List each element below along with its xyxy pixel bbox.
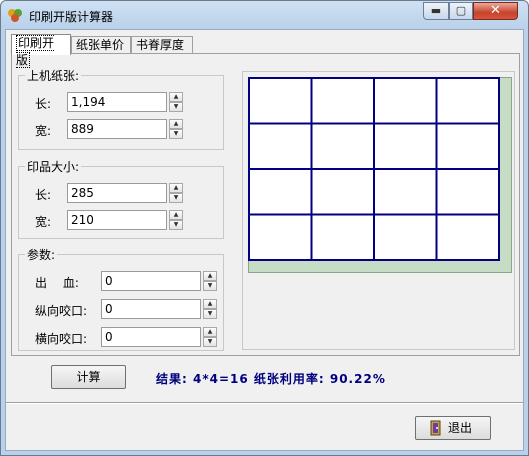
press-paper-width-input[interactable]: 889 bbox=[67, 119, 167, 139]
press-paper-legend: 上机纸张: bbox=[25, 67, 82, 84]
maximize-button[interactable]: ▢ bbox=[449, 2, 473, 20]
imposition-cell bbox=[310, 77, 375, 125]
vertical-grip-spinner[interactable]: ▲ ▼ bbox=[203, 299, 217, 319]
spin-up-icon[interactable]: ▲ bbox=[203, 327, 217, 337]
imposition-cell bbox=[310, 168, 375, 216]
print-size-group: 印品大小: 长: 285 ▲ ▼ 宽: 210 ▲ ▼ bbox=[18, 158, 224, 239]
params-legend: 参数: bbox=[25, 246, 58, 263]
imposition-cell bbox=[435, 168, 500, 216]
press-sheet bbox=[248, 77, 512, 273]
press-paper-group: 上机纸张: 长: 1,194 ▲ ▼ 宽: 889 ▲ ▼ bbox=[18, 67, 224, 150]
spin-down-icon[interactable]: ▼ bbox=[203, 337, 217, 347]
spin-down-icon[interactable]: ▼ bbox=[169, 220, 183, 230]
imposition-cell bbox=[373, 122, 438, 170]
imposition-cell bbox=[373, 77, 438, 125]
exit-label: 退出 bbox=[448, 421, 473, 435]
imposition-cell bbox=[248, 77, 313, 125]
print-size-length-spinner[interactable]: ▲ ▼ bbox=[169, 183, 183, 203]
spin-down-icon[interactable]: ▼ bbox=[203, 281, 217, 291]
params-group: 参数: 出 血: 0 ▲ ▼ 纵向咬口: 0 ▲ ▼ 横向咬口: 0 ▲ ▼ bbox=[18, 246, 224, 351]
spin-up-icon[interactable]: ▲ bbox=[169, 92, 183, 102]
spin-up-icon[interactable]: ▲ bbox=[169, 119, 183, 129]
tab-spine-thickness[interactable]: 书脊厚度 bbox=[131, 36, 193, 54]
print-size-width-input[interactable]: 210 bbox=[67, 210, 167, 230]
tab-print-layout[interactable]: 印刷开版 bbox=[11, 34, 71, 68]
print-size-legend: 印品大小: bbox=[25, 158, 82, 175]
press-paper-length-spinner[interactable]: ▲ ▼ bbox=[169, 92, 183, 112]
bleed-input[interactable]: 0 bbox=[101, 271, 201, 291]
maximize-icon: ▢ bbox=[455, 4, 467, 17]
print-size-width-spinner[interactable]: ▲ ▼ bbox=[169, 210, 183, 230]
tab-panel-print-layout: 上机纸张: 长: 1,194 ▲ ▼ 宽: 889 ▲ ▼ 印品大小: 长: 285… bbox=[11, 53, 520, 356]
press-paper-width-label: 宽: bbox=[35, 124, 52, 138]
print-size-width-label: 宽: bbox=[35, 215, 52, 229]
imposition-cell bbox=[248, 168, 313, 216]
horizontal-grip-spinner[interactable]: ▲ ▼ bbox=[203, 327, 217, 347]
close-button[interactable]: ✕ bbox=[473, 2, 518, 20]
spin-up-icon[interactable]: ▲ bbox=[169, 210, 183, 220]
imposition-cell bbox=[435, 77, 500, 125]
spin-down-icon[interactable]: ▼ bbox=[169, 129, 183, 139]
spin-down-icon[interactable]: ▼ bbox=[169, 102, 183, 112]
horizontal-grip-label: 横向咬口: bbox=[35, 332, 88, 346]
close-icon: ✕ bbox=[490, 3, 501, 18]
imposition-cell bbox=[310, 213, 375, 261]
exit-door-icon bbox=[430, 420, 441, 436]
spin-down-icon[interactable]: ▼ bbox=[203, 309, 217, 319]
print-size-length-label: 长: bbox=[35, 188, 52, 202]
spin-down-icon[interactable]: ▼ bbox=[169, 193, 183, 203]
imposition-cell bbox=[435, 213, 500, 261]
print-size-length-input[interactable]: 285 bbox=[67, 183, 167, 203]
bottom-divider bbox=[6, 402, 523, 404]
app-window: 印刷开版计算器 ▬ ▢ ✕ 印刷开版 纸张单价 书脊厚度 上机纸张: 长: 1,… bbox=[0, 0, 529, 456]
spin-up-icon[interactable]: ▲ bbox=[203, 299, 217, 309]
minimize-icon: ▬ bbox=[430, 4, 442, 17]
imposition-cell bbox=[435, 122, 500, 170]
imposition-cell bbox=[310, 122, 375, 170]
bleed-label: 出 血: bbox=[35, 276, 79, 290]
press-paper-width-spinner[interactable]: ▲ ▼ bbox=[169, 119, 183, 139]
layout-preview bbox=[242, 71, 515, 350]
tab-paper-price[interactable]: 纸张单价 bbox=[71, 36, 131, 54]
title-bar[interactable]: 印刷开版计算器 ▬ ▢ ✕ bbox=[1, 1, 528, 29]
press-paper-length-input[interactable]: 1,194 bbox=[67, 92, 167, 112]
spin-up-icon[interactable]: ▲ bbox=[169, 183, 183, 193]
imposition-cell bbox=[248, 213, 313, 261]
vertical-grip-input[interactable]: 0 bbox=[101, 299, 201, 319]
press-paper-length-label: 长: bbox=[35, 97, 52, 111]
imposition-cell bbox=[373, 168, 438, 216]
result-text: 结果: 4*4=16 纸张利用率: 90.22% bbox=[156, 372, 386, 386]
app-icon bbox=[8, 9, 22, 22]
client-area: 印刷开版 纸张单价 书脊厚度 上机纸张: 长: 1,194 ▲ ▼ 宽: 889 … bbox=[5, 29, 524, 451]
horizontal-grip-input[interactable]: 0 bbox=[101, 327, 201, 347]
imposition-cell bbox=[373, 213, 438, 261]
minimize-button[interactable]: ▬ bbox=[423, 2, 449, 20]
vertical-grip-label: 纵向咬口: bbox=[35, 304, 88, 318]
window-title: 印刷开版计算器 bbox=[29, 10, 114, 24]
imposition-grid bbox=[248, 77, 500, 261]
exit-button[interactable]: 退出 bbox=[415, 416, 491, 440]
bleed-spinner[interactable]: ▲ ▼ bbox=[203, 271, 217, 291]
spin-up-icon[interactable]: ▲ bbox=[203, 271, 217, 281]
calculate-button[interactable]: 计算 bbox=[51, 365, 126, 389]
imposition-cell bbox=[248, 122, 313, 170]
